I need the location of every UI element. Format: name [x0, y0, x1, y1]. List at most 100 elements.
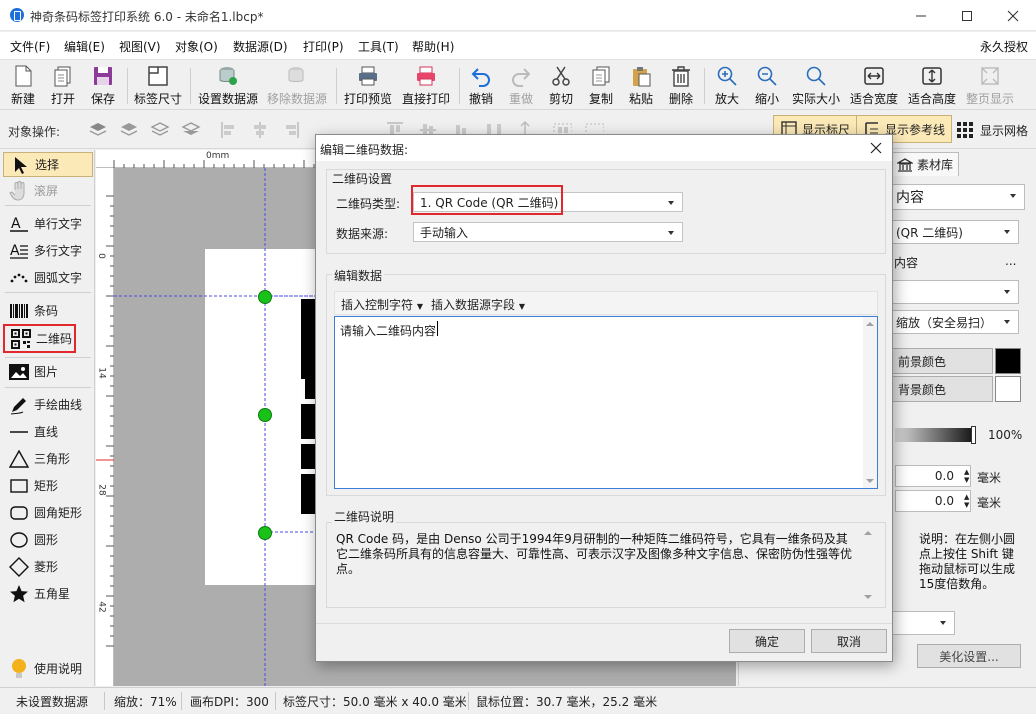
tool-star[interactable]: 五角星 [3, 581, 93, 606]
resize-handle-middle[interactable] [258, 408, 272, 422]
resize-handle-bottom[interactable] [258, 526, 272, 540]
menu-print[interactable]: 打印(P) [303, 38, 344, 55]
tool-barcode[interactable]: 条码 [3, 298, 93, 323]
help-button[interactable]: 使用说明 [3, 656, 93, 681]
redo-button[interactable]: 重做 [505, 64, 537, 108]
tool-multi-text[interactable]: A 多行文字 [3, 238, 93, 263]
status-datasource: 未设置数据源 [16, 695, 89, 709]
actual-size-button[interactable]: 实际大小 [790, 64, 842, 108]
tool-round-rect[interactable]: 圆角矩形 [3, 500, 93, 525]
save-button[interactable]: 保存 [86, 64, 120, 108]
data-source-label: 数据来源: [336, 227, 389, 241]
status-label-size: 标签尺寸：50.0 毫米 x 40.0 毫米 [283, 695, 467, 709]
opacity-slider-thumb[interactable] [971, 426, 976, 444]
offset-x-input[interactable]: 0.0 [895, 465, 971, 487]
show-grid-toggle[interactable]: 显示网格 [956, 121, 1028, 139]
cut-button[interactable]: 剪切 [545, 64, 577, 108]
maximize-icon [962, 10, 972, 21]
copy-button[interactable]: 复制 [585, 64, 617, 108]
effect-select[interactable] [889, 611, 955, 635]
content-type-select[interactable]: 内容 [889, 184, 1025, 210]
spin-arrows-icon[interactable]: ▲ ▼ [964, 493, 969, 509]
textarea-scrollbar[interactable] [863, 317, 877, 488]
qrcode-content-textarea[interactable]: 请输入二维码内容 [334, 316, 878, 489]
menu-tools[interactable]: 工具(T) [358, 38, 399, 55]
direct-print-button[interactable]: 直接打印 [400, 64, 452, 108]
insert-control-char-button[interactable]: 插入控制字符 ▼ [341, 296, 423, 313]
tool-single-text[interactable]: A 单行文字 [3, 211, 93, 236]
data-source-select[interactable]: 手动输入 [413, 222, 683, 242]
beautify-button[interactable]: 美化设置... [917, 644, 1021, 668]
fit-width-icon [861, 64, 887, 88]
minimize-button[interactable] [898, 0, 944, 31]
extra-select[interactable] [889, 280, 1019, 304]
description-scrollbar[interactable] [861, 526, 875, 604]
ok-button[interactable]: 确定 [729, 629, 805, 653]
foreground-color-button[interactable]: 前景颜色 [889, 348, 993, 374]
maximize-button[interactable] [944, 0, 990, 31]
menu-object[interactable]: 对象(O) [175, 38, 218, 55]
foreground-color-swatch[interactable] [995, 348, 1021, 374]
layer-top-icon[interactable] [88, 120, 108, 140]
offset-y-input[interactable]: 0.0 [895, 490, 971, 512]
align-right-icon[interactable] [281, 120, 301, 140]
remove-datasource-button[interactable]: 移除数据源 [264, 64, 330, 108]
tool-rect[interactable]: 矩形 [3, 473, 93, 498]
spin-arrows-icon[interactable]: ▲ ▼ [964, 468, 969, 484]
copy-icon [588, 64, 614, 88]
save-icon [90, 64, 116, 88]
material-library-tab[interactable]: 素材库 [891, 152, 959, 176]
dialog-close-button[interactable] [866, 138, 886, 158]
layer-up-icon[interactable] [119, 120, 139, 140]
content-more-button[interactable]: ... [1005, 254, 1016, 268]
background-color-swatch[interactable] [995, 376, 1021, 402]
zoom-out-button[interactable]: 缩小 [750, 64, 784, 108]
layer-bottom-icon[interactable] [181, 120, 201, 140]
set-datasource-button[interactable]: 设置数据源 [196, 64, 260, 108]
tool-triangle[interactable]: 三角形 [3, 446, 93, 471]
menu-datasource[interactable]: 数据源(D) [233, 38, 288, 55]
fit-height-button[interactable]: 适合高度 [906, 64, 958, 108]
tool-line[interactable]: 直线 [3, 419, 93, 444]
tool-diamond[interactable]: 菱形 [3, 554, 93, 579]
dialog-title-bar: 编辑二维码数据: [316, 135, 892, 161]
delete-button[interactable]: 删除 [665, 64, 697, 108]
tool-qrcode[interactable]: 二维码 [3, 324, 76, 353]
menu-edit[interactable]: 编辑(E) [64, 38, 105, 55]
close-icon [870, 142, 882, 154]
tool-circle[interactable]: 圆形 [3, 527, 93, 552]
align-left-icon[interactable] [219, 120, 239, 140]
paste-button[interactable]: 粘贴 [625, 64, 657, 108]
svg-text:A: A [11, 216, 21, 232]
scale-select[interactable]: 缩放（安全易扫） [889, 310, 1019, 334]
tool-arc-text[interactable]: 圆弧文字 [3, 265, 93, 290]
full-page-button[interactable]: 整页显示 [964, 64, 1016, 108]
qrcode-description-text: QR Code 码，是由 Denso 公司于1994年9月研制的一种矩阵二维码符… [336, 532, 853, 576]
new-button[interactable]: 新建 [6, 64, 40, 108]
insert-datasource-field-button[interactable]: 插入数据源字段 ▼ [431, 296, 525, 313]
cancel-button[interactable]: 取消 [811, 629, 887, 653]
tool-image[interactable]: 图片 [3, 359, 93, 384]
status-zoom: 缩放：71% [114, 695, 177, 709]
align-center-icon[interactable] [250, 120, 270, 140]
close-window-button[interactable] [990, 0, 1036, 31]
zoom-in-icon [714, 64, 740, 88]
background-color-button[interactable]: 背景颜色 [889, 376, 993, 402]
zoom-in-button[interactable]: 放大 [710, 64, 744, 108]
print-preview-button[interactable]: 打印预览 [342, 64, 394, 108]
undo-button[interactable]: 撤销 [465, 64, 497, 108]
tool-select[interactable]: 选择 [3, 152, 93, 177]
opacity-slider[interactable] [895, 428, 975, 442]
barcode-type-select[interactable]: (QR 二维码) [889, 220, 1019, 244]
fit-width-button[interactable]: 适合宽度 [848, 64, 900, 108]
menu-view[interactable]: 视图(V) [119, 38, 161, 55]
menu-help[interactable]: 帮助(H) [412, 38, 454, 55]
label-size-button[interactable]: 标签尺寸 [133, 64, 183, 108]
tool-freehand[interactable]: 手绘曲线 [3, 392, 93, 417]
tool-scroll[interactable]: 滚屏 [3, 178, 93, 203]
layer-down-icon[interactable] [150, 120, 170, 140]
menu-file[interactable]: 文件(F) [10, 38, 50, 55]
resize-handle-top[interactable] [258, 290, 272, 304]
open-button[interactable]: 打开 [46, 64, 80, 108]
content-label: 内容 [894, 256, 919, 270]
